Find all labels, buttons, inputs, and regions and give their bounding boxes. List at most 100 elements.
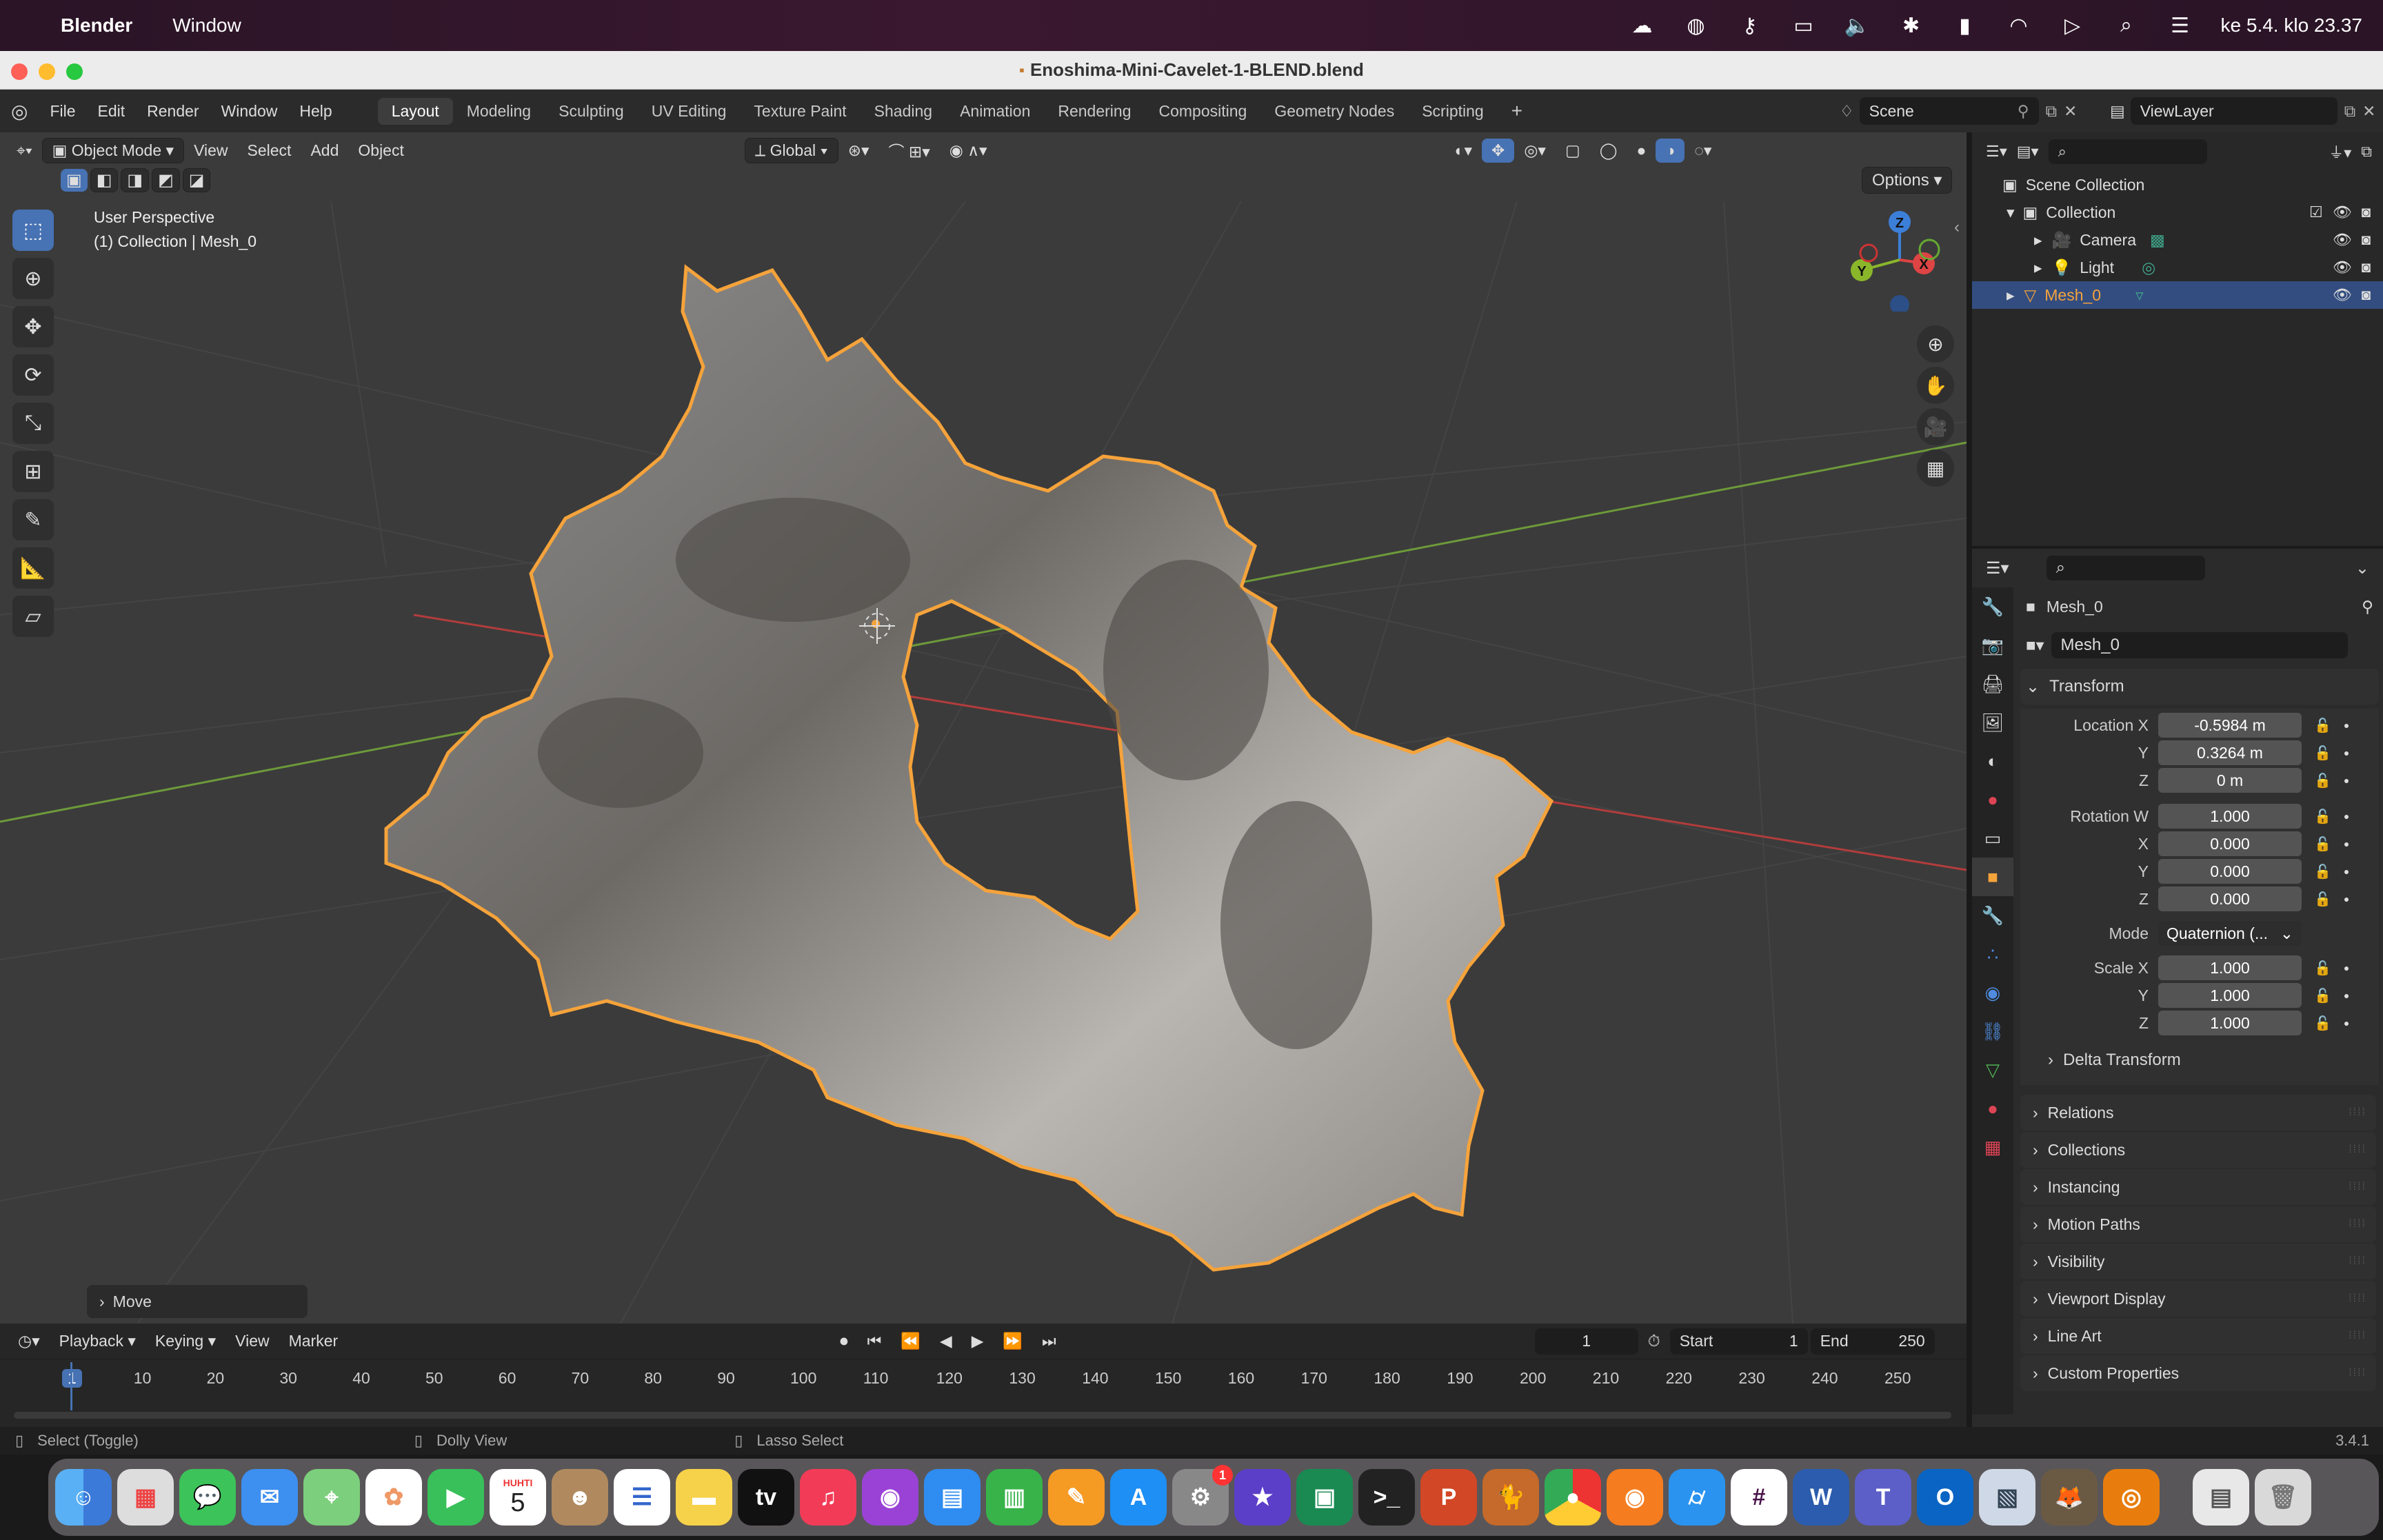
keyframe-dot-icon[interactable]: ●: [2344, 838, 2349, 849]
gimp-icon[interactable]: 🦊: [2041, 1469, 2098, 1526]
word-icon[interactable]: W: [1793, 1469, 1849, 1526]
view-layer-tab-icon[interactable]: 🖼: [1972, 703, 2013, 742]
lock-icon[interactable]: 🔓: [2314, 744, 2331, 762]
teams-icon[interactable]: T: [1855, 1469, 1911, 1526]
camera-data-icon[interactable]: ▩: [2150, 231, 2165, 250]
drag-grip-icon[interactable]: ⁞⁞⁞⁞: [2349, 1144, 2366, 1156]
select-subtract-icon[interactable]: ◨: [121, 168, 150, 192]
object-datablock-field[interactable]: Mesh_0: [2051, 632, 2348, 658]
keynote-icon[interactable]: ▤: [924, 1469, 981, 1526]
facetime-icon[interactable]: ▶: [428, 1469, 484, 1526]
menu-edit[interactable]: Edit: [87, 102, 137, 121]
firefox-icon[interactable]: ◉: [1607, 1469, 1663, 1526]
constraints-tab-icon[interactable]: ⛓: [1972, 1012, 2013, 1051]
xray-icon[interactable]: ▢: [1556, 139, 1590, 163]
music-icon[interactable]: ♫: [800, 1469, 856, 1526]
menu-timeline-view[interactable]: View: [225, 1329, 279, 1353]
expand-right-icon[interactable]: ▸: [2007, 286, 2015, 305]
transform-panel-header[interactable]: ⌄ Transform: [2020, 669, 2379, 705]
world-tab-icon[interactable]: ●: [1972, 780, 2013, 819]
tool-tab-icon[interactable]: 🔧: [1972, 587, 2013, 626]
menu-select[interactable]: Select: [238, 139, 301, 163]
properties-editor-icon[interactable]: ☰▾: [1986, 558, 2009, 578]
camera-view-icon[interactable]: 🎥: [1917, 408, 1954, 445]
cat-app-icon[interactable]: 🐈: [1482, 1469, 1539, 1526]
outliner-collection[interactable]: ▾ ▣ Collection ☑ 👁 ◙: [1972, 199, 2383, 226]
slack-icon[interactable]: #: [1731, 1469, 1787, 1526]
shading-rendered-icon[interactable]: ◌▾: [1685, 139, 1721, 163]
menu-help[interactable]: Help: [288, 102, 343, 121]
display-mode-icon[interactable]: ▤▾: [2017, 143, 2039, 161]
display-icon[interactable]: ▭: [1791, 12, 1817, 39]
mail-icon[interactable]: ✉: [241, 1469, 298, 1526]
drag-grip-icon[interactable]: ⁞⁞⁞⁞: [2349, 1367, 2366, 1379]
tab-geometry-nodes[interactable]: Geometry Nodes: [1260, 98, 1408, 125]
tab-animation[interactable]: Animation: [946, 98, 1044, 125]
lock-icon[interactable]: 🔓: [2314, 717, 2331, 734]
panel-custom-properties[interactable]: › Custom Properties ⁞⁞⁞⁞: [2020, 1355, 2376, 1391]
scale-z-field[interactable]: 1.000: [2158, 1011, 2302, 1035]
screen-icon[interactable]: ▣: [1296, 1469, 1353, 1526]
proportional-edit-icon[interactable]: ◉ ∧▾: [940, 139, 997, 163]
output-tab-icon[interactable]: 🖨: [1972, 665, 2013, 703]
lock-icon[interactable]: 🔓: [2314, 808, 2331, 825]
outliner-editor-icon[interactable]: ☰▾: [1986, 143, 2007, 161]
camera-render-icon[interactable]: ◙: [2362, 286, 2371, 304]
rotation-y-field[interactable]: 0.000: [2158, 859, 2302, 884]
particles-tab-icon[interactable]: ∴: [1972, 935, 2013, 973]
menu-marker[interactable]: Marker: [279, 1329, 348, 1353]
control-center-icon[interactable]: ☰: [2167, 12, 2193, 39]
gizmo-toggle-icon[interactable]: ✥: [1482, 138, 1515, 163]
blender-icon[interactable]: ◎: [2103, 1469, 2160, 1526]
drag-grip-icon[interactable]: ⁞⁞⁞⁞: [2349, 1330, 2366, 1342]
properties-search-input[interactable]: ⌕: [2046, 556, 2205, 580]
transform-tool-icon[interactable]: ⊞: [12, 451, 54, 492]
next-keyframe-icon[interactable]: ⏩: [993, 1329, 1032, 1353]
pages-icon[interactable]: ✎: [1048, 1469, 1105, 1526]
powerpoint-icon[interactable]: P: [1420, 1469, 1477, 1526]
menu-render[interactable]: Render: [136, 102, 210, 121]
drag-grip-icon[interactable]: ⁞⁞⁞⁞: [2349, 1106, 2366, 1119]
annotate-tool-icon[interactable]: ✎: [12, 499, 54, 540]
expand-down-icon[interactable]: ▾: [2007, 203, 2015, 222]
shading-material-icon[interactable]: ◑: [1656, 138, 1685, 163]
chrome-icon[interactable]: ●: [1545, 1469, 1601, 1526]
remove-view-layer-icon[interactable]: ✕: [2362, 102, 2375, 121]
search-icon[interactable]: ⌕: [2113, 12, 2140, 39]
keyframe-dot-icon[interactable]: ●: [2344, 720, 2349, 731]
photos-icon[interactable]: ✿: [365, 1469, 422, 1526]
filter-icon[interactable]: ⏚▾: [2329, 141, 2351, 163]
play-icon[interactable]: ▶: [962, 1329, 994, 1353]
object-browse-icon[interactable]: ■▾: [2026, 636, 2044, 656]
scale-x-field[interactable]: 1.000: [2158, 955, 2302, 980]
expand-right-icon[interactable]: ▸: [2034, 259, 2042, 277]
trash-icon[interactable]: 🗑: [2255, 1469, 2311, 1526]
tab-shading[interactable]: Shading: [861, 98, 946, 125]
jump-start-icon[interactable]: ⏮: [858, 1329, 892, 1353]
notes-icon[interactable]: ▬: [676, 1469, 732, 1526]
current-frame-field[interactable]: 1: [1534, 1328, 1638, 1355]
timeline-ruler[interactable]: 1102030405060708090100110120130140150160…: [0, 1362, 1967, 1397]
play-reverse-icon[interactable]: ◀: [930, 1329, 962, 1353]
add-cube-tool-icon[interactable]: ▱: [12, 596, 54, 637]
pin-icon[interactable]: ⚲: [2018, 102, 2029, 121]
shading-wireframe-icon[interactable]: ◯: [1590, 139, 1627, 163]
start-frame-field[interactable]: Start 1: [1669, 1328, 1808, 1355]
menu-file[interactable]: File: [39, 102, 86, 121]
move-tool-icon[interactable]: ✥: [12, 306, 54, 347]
imovie-icon[interactable]: ★: [1234, 1469, 1291, 1526]
eye-icon[interactable]: 👁: [2333, 286, 2352, 304]
select-extend-icon[interactable]: ◧: [90, 168, 119, 192]
playhead[interactable]: [70, 1362, 72, 1410]
sidebar-toggle-icon[interactable]: ‹: [1954, 218, 1960, 237]
lock-icon[interactable]: 🔓: [2314, 1015, 2331, 1032]
keyframe-dot-icon[interactable]: ●: [2344, 866, 2349, 877]
safari-icon[interactable]: ⌭: [1669, 1469, 1725, 1526]
pin-icon[interactable]: ⚲: [2362, 598, 2373, 616]
maps-icon[interactable]: ⌖: [303, 1469, 360, 1526]
app-store-icon[interactable]: A: [1110, 1469, 1167, 1526]
wifi-icon[interactable]: ◠: [2006, 12, 2032, 39]
tab-scripting[interactable]: Scripting: [1408, 98, 1497, 125]
lock-icon[interactable]: 🔓: [2314, 772, 2331, 789]
3d-viewport[interactable]: ⌖▾ ▣ Object Mode ▾ View Select Add Objec…: [0, 132, 1967, 1324]
